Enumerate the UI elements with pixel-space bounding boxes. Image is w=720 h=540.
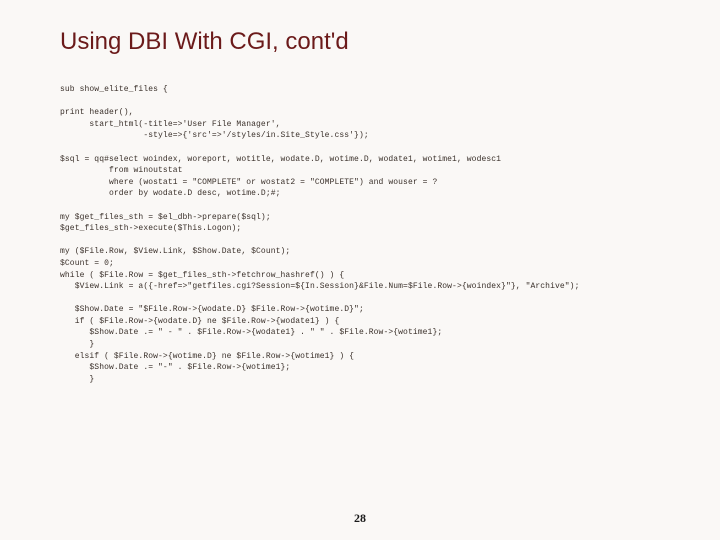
code-block: sub show_elite_files { print header(), s… [60,84,672,385]
slide-title: Using DBI With CGI, cont'd [60,28,672,56]
page-number: 28 [0,511,720,526]
